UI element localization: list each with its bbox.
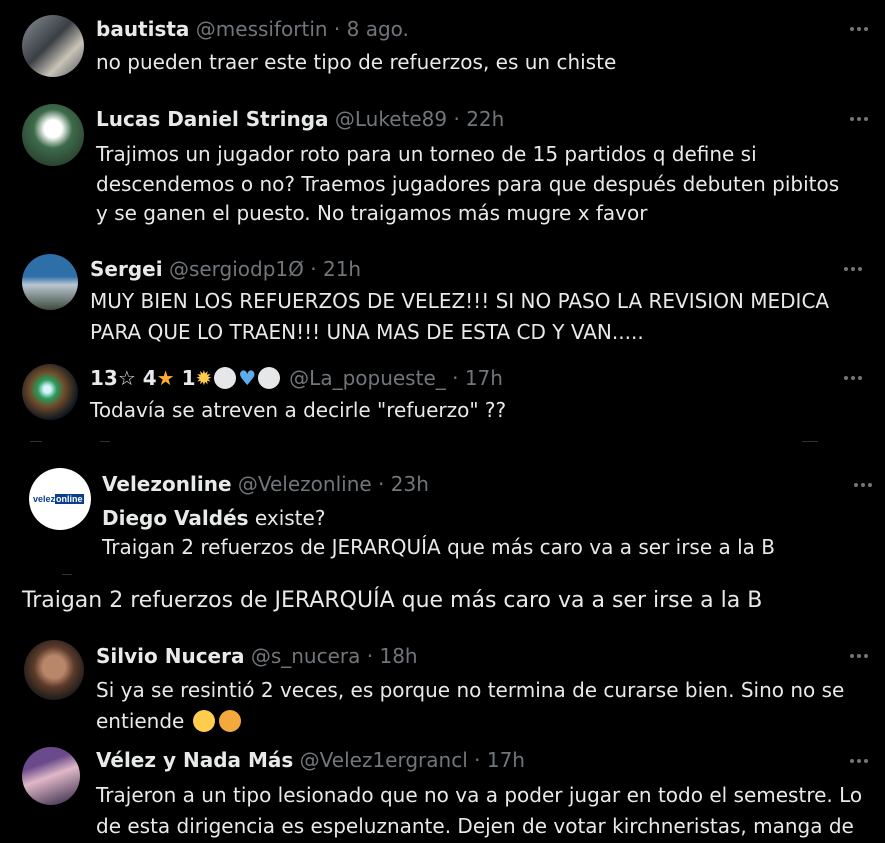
tweet-header: Vélez y Nada Más @Velez1ergrancl · 17h [96,747,525,773]
timestamp[interactable]: 21h [323,257,361,281]
text-line: Traigan 2 refuerzos de JERARQUÍA que más… [102,535,776,559]
tweet-text: Trajeron a un tipo lesionado que no va a… [96,780,862,842]
tweet-text: Trajimos un jugador roto para un torneo … [96,140,839,229]
more-icon[interactable] [842,258,864,280]
more-icon[interactable] [848,750,870,772]
more-icon[interactable] [842,367,864,389]
tweet-header: Sergei @sergiodp1Ø · 21h [90,256,361,282]
user-handle[interactable]: @Velezonline [238,472,372,496]
blue-heart-emoji: ♥ [238,366,257,390]
thinking-face-emoji [218,710,241,732]
timestamp[interactable]: 17h [487,748,525,772]
text-line: MUY BIEN LOS REFUERZOS DE VELEZ!!! SI NO… [90,289,830,313]
separator: · [453,107,460,131]
divider [62,574,72,575]
rolling-eyes-emoji [192,710,215,732]
text-line: PARA QUE LO TRAEN!!! UNA MAS DE ESTA CD … [90,320,644,344]
avatar[interactable] [22,254,78,310]
user-handle[interactable]: @Velez1ergrancl [300,748,468,772]
tweet[interactable]: 13☆ 4★ 1✹ ♥ @La_popueste_ · 17h Todavía s… [0,356,885,446]
text-line: Trajeron a un tipo lesionado que no va a… [96,783,863,807]
separator: · [310,257,317,281]
avatar[interactable] [22,747,80,805]
avatar[interactable] [22,104,84,166]
user-name[interactable]: Lucas Daniel Stringa [96,107,329,131]
name-part: 13 [90,366,118,390]
separator: · [333,17,341,41]
user-name[interactable]: Velezonline [102,472,232,496]
name-part: 4 [142,366,157,390]
user-handle[interactable]: @messifortin [196,17,328,41]
divider [802,441,818,442]
timestamp[interactable]: 18h [379,644,417,668]
tweet-header: Silvio Nucera @s_nucera · 18h [96,643,418,669]
separator: · [452,366,459,390]
more-icon[interactable] [848,18,870,40]
text-line: Diego Valdés existe? [102,504,775,533]
text-line: y se ganen el puesto. No traigamos más m… [96,201,648,225]
white-circle-emoji [214,367,237,389]
tweet-header: bautista @messifortin · 8 ago. [96,16,409,42]
text-fragment: existe? [248,506,326,530]
user-name[interactable]: Vélez y Nada Más [96,748,293,772]
timestamp[interactable]: 23h [391,472,429,496]
more-icon[interactable] [848,645,870,667]
timestamp[interactable]: 22h [466,107,504,131]
tweet-text: Si ya se resintió 2 veces, es porque no … [96,675,844,737]
user-name[interactable]: Sergei [90,257,163,281]
avatar[interactable] [22,364,78,420]
text-fragment: entiende [96,709,185,733]
separator: · [366,644,374,668]
tweet-text: Diego Valdés existe? Traigan 2 refuerzos… [102,504,775,562]
avatar[interactable] [22,15,84,77]
tweet[interactable]: bautista @messifortin · 8 ago. no pueden… [0,0,885,88]
divider [30,441,42,442]
white-circle-emoji [258,367,281,389]
divider [100,441,110,442]
separator: · [378,472,385,496]
user-handle[interactable]: @sergiodp1Ø [169,257,304,281]
user-name[interactable]: bautista [96,17,189,41]
timestamp[interactable]: 8 ago. [347,17,409,41]
user-handle[interactable]: @s_nucera [251,644,361,668]
avatar[interactable]: velezonline [29,468,91,530]
tweet-header: Velezonline @Velezonline · 23h [102,471,429,497]
sparkle-emoji: ✹ [195,366,213,390]
user-handle[interactable]: @La_popueste_ [289,366,446,390]
user-name[interactable]: Silvio Nucera [96,644,244,668]
user-handle[interactable]: @Lukete89 [335,107,447,131]
quoted-tweet[interactable]: velezonline Velezonline @Velezonline · 2… [0,446,885,576]
mention-bold: Diego Valdés [102,506,249,530]
text-line: de esta dirigencia es espeluznante. Deje… [96,814,854,838]
tweet-text-standalone: Traigan 2 refuerzos de JERARQUÍA que más… [0,578,885,626]
user-name[interactable]: 13☆ 4★ 1✹ ♥ [90,366,289,390]
velezonline-logo: velezonline [33,494,84,504]
avatar[interactable] [24,640,84,700]
text-line: Trajimos un jugador roto para un torneo … [96,142,757,166]
tweet[interactable]: Sergei @sergiodp1Ø · 21h MUY BIEN LOS RE… [0,238,885,356]
tweet-text: no pueden traer este tipo de refuerzos, … [96,50,617,74]
outline-star-symbol: ☆ [117,366,136,390]
text-line: Si ya se resintió 2 veces, es porque no … [96,678,845,702]
tweet-text: Traigan 2 refuerzos de JERARQUÍA que más… [22,588,763,613]
tweet-header: 13☆ 4★ 1✹ ♥ @La_popueste_ · 17h [90,365,503,391]
star-emoji: ★ [156,366,175,390]
tweet[interactable]: Lucas Daniel Stringa @Lukete89 · 22h Tra… [0,88,885,238]
separator: · [474,748,481,772]
more-icon[interactable] [852,474,874,496]
text-line: descendemos o no? Traemos jugadores para… [96,171,840,196]
text-line: entiende [96,706,844,737]
tweet-header: Lucas Daniel Stringa @Lukete89 · 22h [96,106,504,132]
timestamp[interactable]: 17h [465,366,503,390]
tweet-text: Todavía se atreven a decirle "refuerzo" … [90,398,507,422]
name-part: 1 [181,366,196,390]
tweet[interactable]: Vélez y Nada Más @Velez1ergrancl · 17h T… [0,742,885,843]
tweet[interactable]: Silvio Nucera @s_nucera · 18h Si ya se r… [0,626,885,742]
tweet-text: MUY BIEN LOS REFUERZOS DE VELEZ!!! SI NO… [90,286,829,348]
more-icon[interactable] [848,108,870,130]
